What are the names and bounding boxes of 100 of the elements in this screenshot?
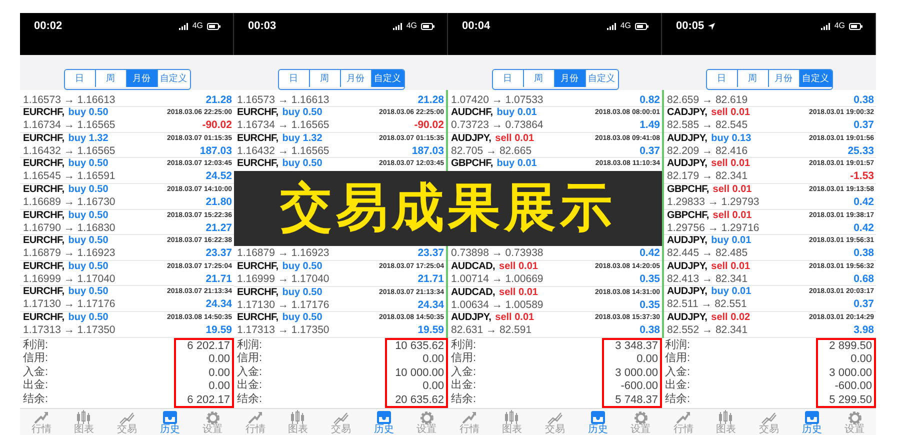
summary-value: 2 899.50 [828,340,872,354]
trade-row[interactable]: 1.07420 → 1.07533 0.82 [448,90,662,108]
trade-side: sell 0.01 [712,210,752,222]
profit-value: 0.82 [640,94,660,107]
nav-tab[interactable]: 历史 [362,409,405,435]
settings-icon [846,410,863,425]
profit-value: 21.27 [206,222,232,234]
profit-value: 19.59 [418,324,444,337]
trade-row[interactable]: 1.16879 → 1.16923 23.37 [234,247,446,262]
price-range: 1.29756 → 1.29716 [667,222,760,234]
summary-label: 出金: [665,379,690,393]
profit-value: 19.59 [206,324,232,337]
profit-value: 21.28 [206,94,232,107]
summary-value: 0.00 [208,353,230,367]
profit-value: 21.28 [418,94,444,107]
candlestick-icon [76,410,92,425]
trade-side: buy 0.50 [282,107,322,120]
summary-label: 入金: [451,366,476,379]
summary-label: 利润: [23,339,48,352]
profit-value: 0.42 [854,222,874,234]
summary-value: -600.00 [620,380,658,394]
trade-side: buy 0.50 [282,158,322,170]
trade-side: buy 0.50 [282,312,322,324]
period-tab[interactable]: 自定义 [586,70,618,87]
profit-value: -1.53 [850,170,874,183]
price-range: 0.73898 → 0.73938 [451,247,544,260]
summary-value: 0.00 [208,380,230,394]
currency-pair: GBPCHF, [667,184,709,196]
period-tab[interactable]: 周 [524,70,554,87]
trade-row[interactable]: 1.16573 → 1.16613 21.28 [234,90,446,108]
summary-label: 结余: [451,392,476,406]
location-arrow-icon [708,22,716,30]
price-range: 1.17130 → 1.17176 [237,298,330,312]
price-range: 1.00714 → 1.00669 [451,273,544,286]
trade-side: sell 0.01 [499,286,538,299]
period-tab[interactable]: 日 [64,70,96,87]
currency-pair: EURCHF, [237,312,278,324]
candlestick-icon [290,410,306,425]
trade-side: buy 0.50 [282,286,322,299]
summary-value: 0.00 [422,380,444,394]
price-range: 1.16545 → 1.16591 [23,170,116,183]
trade-row[interactable]: 1.16573 → 1.16613 21.28 [20,90,234,108]
price-range: 82.552 → 82.341 [667,324,748,337]
period-tab[interactable]: 自定义 [372,70,404,87]
clock-time: 00:02 [34,20,62,32]
trade-side: buy 0.50 [68,286,108,298]
trade-side: buy 1.32 [282,132,322,145]
trade-side: buy 0.01 [496,158,537,170]
profit-value: 23.37 [206,247,232,260]
currency-pair: EURCHF, [23,312,64,324]
profit-value: 24.52 [206,170,232,183]
period-tab[interactable]: 周 [310,70,340,87]
period-tab[interactable]: 日 [492,70,524,87]
nav-tab[interactable]: 历史 [790,409,833,435]
period-tab[interactable]: 日 [278,70,310,87]
price-range: 1.16734 → 1.16565 [23,119,116,132]
price-range: 82.445 → 82.485 [667,247,748,260]
currency-pair: EURCHF, [23,107,64,120]
price-range: 1.00634 → 1.00589 [451,298,544,312]
currency-pair: GBPCHF, [667,210,709,222]
price-range: 82.511 → 82.551 [667,298,747,311]
period-tab[interactable]: 月份 [768,70,800,87]
clock-time: 00:03 [248,20,276,32]
trade-side: buy 0.50 [68,158,108,170]
currency-pair: EURCHF, [23,210,64,222]
signal-icon [607,22,616,30]
period-tab[interactable]: 日 [706,70,738,87]
period-tab[interactable]: 月份 [554,70,586,87]
summary-label: 入金: [23,366,48,379]
profit-value: 0.42 [854,196,874,209]
currency-pair: GBPCHF, [451,158,493,170]
trade-row[interactable]: 0.73898 → 0.73938 0.42 [448,247,662,262]
battery-icon [421,22,435,30]
battery-icon [849,22,863,30]
trade-row[interactable]: 82.659 → 82.619 0.38 [664,90,876,108]
signal-icon [179,22,188,30]
profit-value: 23.37 [418,247,444,260]
currency-pair: AUDJPY, [667,235,708,248]
trade-side: sell 0.01 [711,158,750,170]
nav-tab[interactable]: 历史 [576,409,619,435]
currency-pair: EURCHF, [23,158,64,170]
period-tab[interactable]: 月份 [126,70,158,87]
period-tab[interactable]: 自定义 [800,70,832,87]
price-range: 82.413 → 82.341 [667,272,748,286]
clock-time: 00:05 [676,20,704,32]
period-tab[interactable]: 月份 [340,70,372,87]
trend-arrow-icon [247,410,264,425]
period-tab[interactable]: 周 [96,70,126,87]
summary-label: 信用: [451,352,476,366]
currency-pair: EURCHF, [237,132,278,145]
nav-tab[interactable]: 历史 [148,409,191,435]
summary-value: 3 000.00 [828,366,872,380]
period-tab[interactable]: 自定义 [158,70,190,87]
profit-value: 187.03 [412,144,444,158]
line-chart-icon [118,410,135,425]
summary-value: 10 635.62 [395,340,444,354]
period-tab[interactable]: 周 [738,70,768,87]
currency-pair: EURCHF, [23,184,64,196]
summary-value: 0.00 [850,353,872,367]
summary-value: 10 000.00 [395,366,444,380]
